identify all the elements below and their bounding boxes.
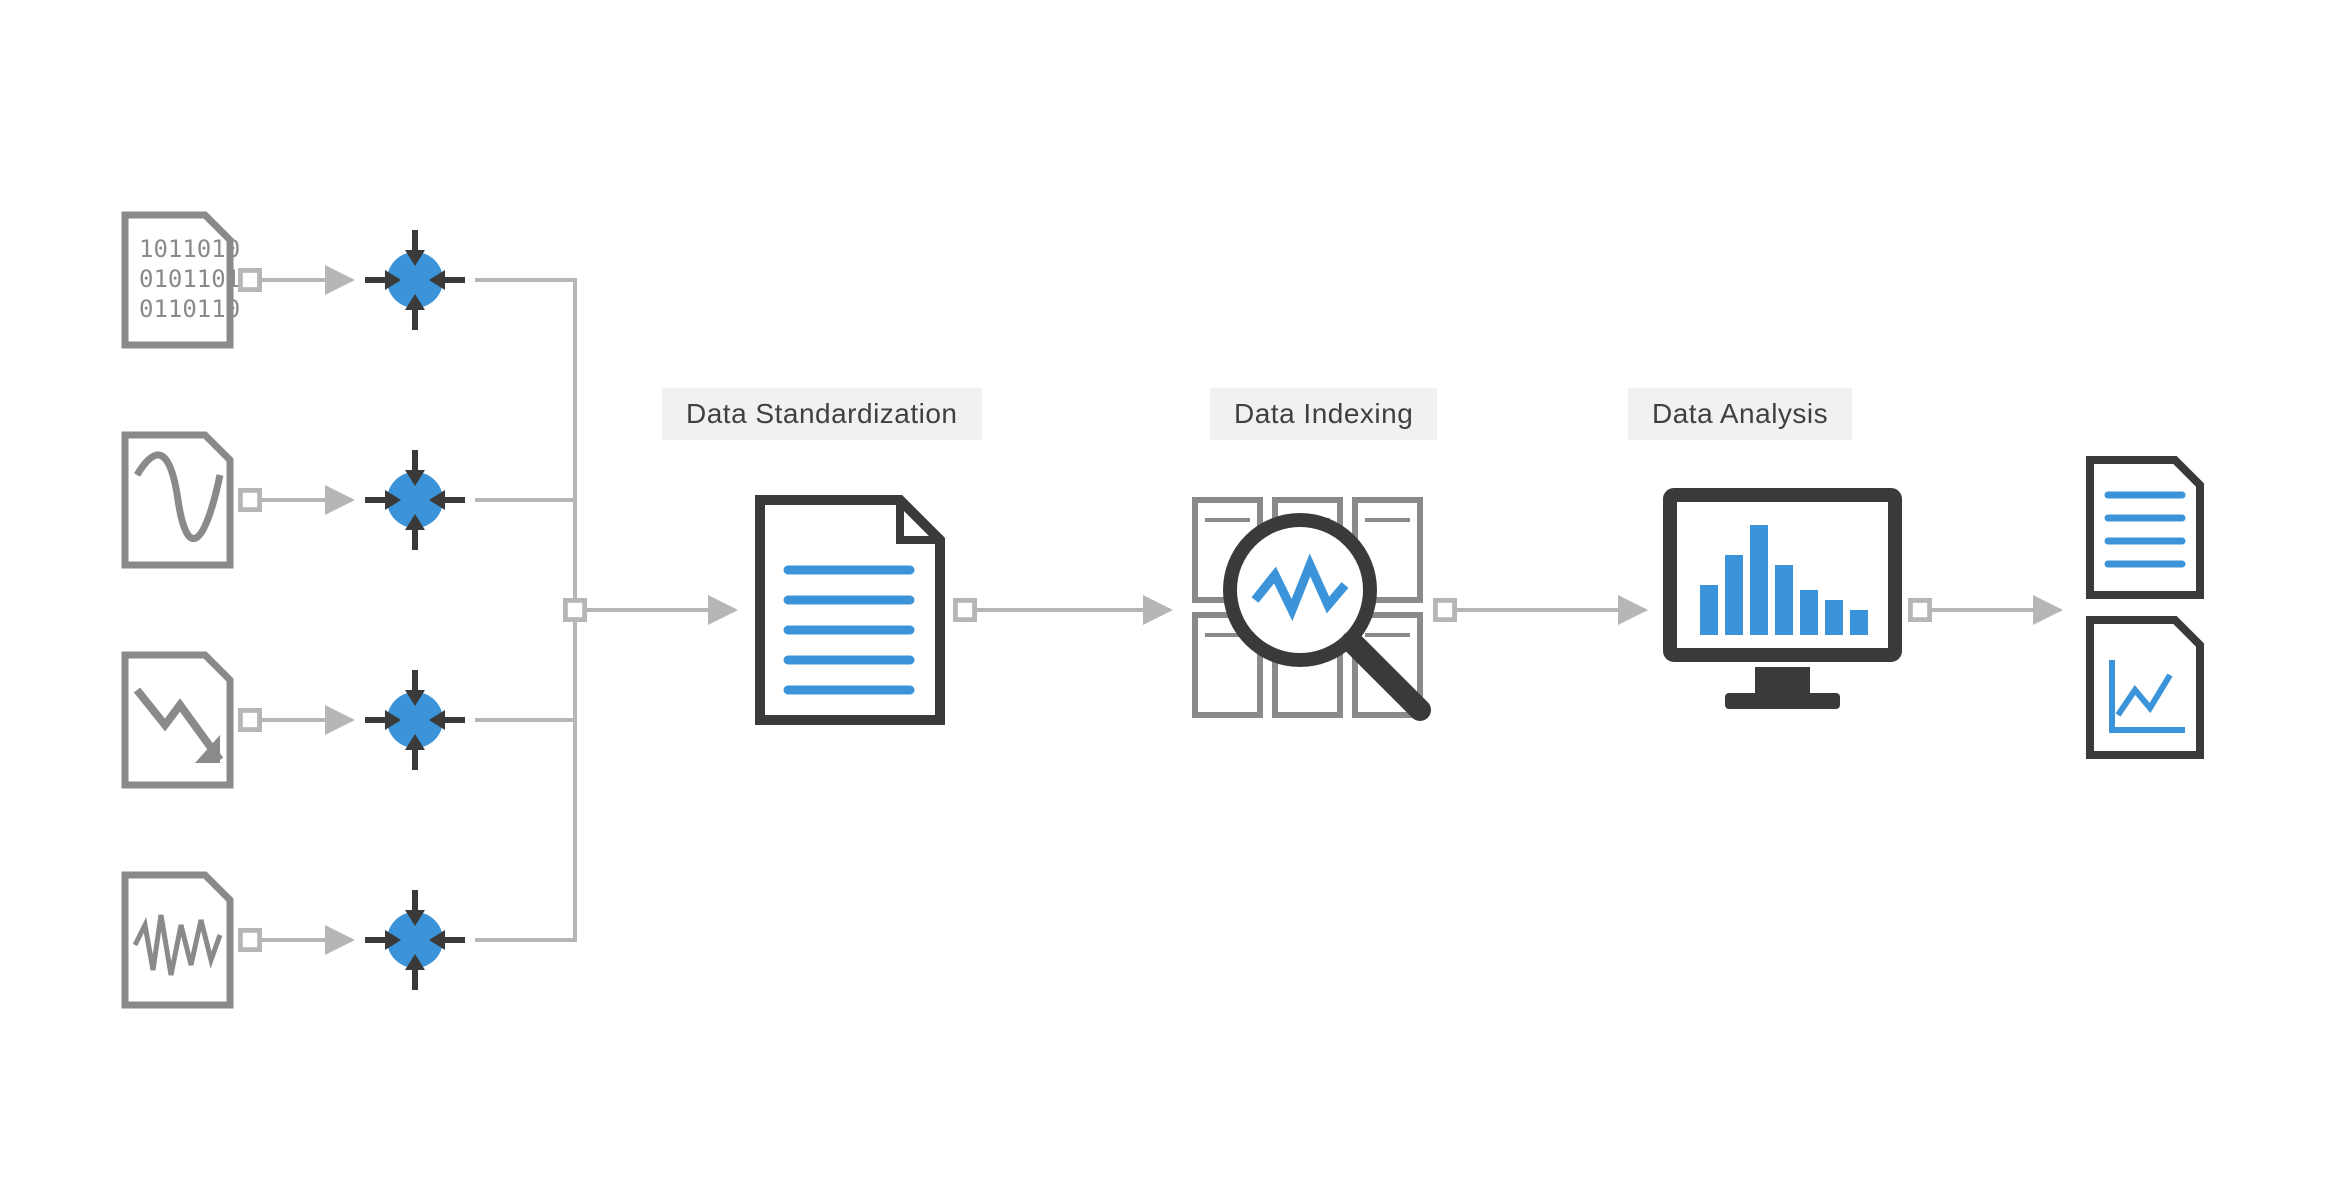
connector-nodes-to-standardization xyxy=(475,280,735,940)
source-doc-heartbeat-icon xyxy=(125,875,230,1005)
source-doc-binary-icon: 1011010 0101101 0110110 xyxy=(125,215,240,345)
standardized-document-icon xyxy=(760,500,940,720)
connectors-source-to-node xyxy=(250,280,352,940)
binary-row-3: 0110110 xyxy=(139,295,240,323)
converge-node-3-icon xyxy=(365,670,465,770)
binary-row-2: 0101101 xyxy=(139,265,240,293)
converge-node-2-icon xyxy=(365,450,465,550)
source-doc-wave-icon xyxy=(125,435,230,565)
output-chart-doc-icon xyxy=(2090,620,2200,755)
converge-node-4-icon xyxy=(365,890,465,990)
converge-node-1-icon xyxy=(365,230,465,330)
output-report-doc-icon xyxy=(2090,460,2200,595)
diagram-svg: 1011010 0101101 0110110 xyxy=(0,0,2352,1200)
diagram-canvas: Data Standardization Data Indexing Data … xyxy=(0,0,2352,1200)
binary-row-1: 1011010 xyxy=(139,235,240,263)
analysis-monitor-icon xyxy=(1670,495,1895,709)
source-doc-trend-icon xyxy=(125,655,230,785)
